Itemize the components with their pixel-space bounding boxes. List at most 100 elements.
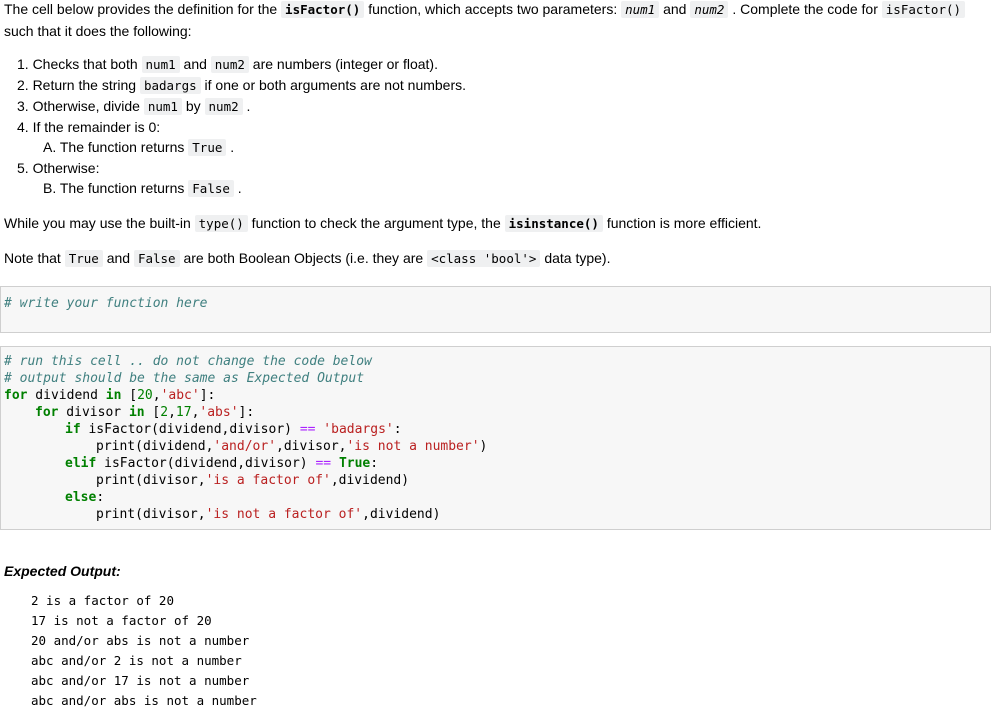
step-text: B. The function returns xyxy=(43,180,189,196)
intro-text: function, which accepts two parameters: xyxy=(364,1,622,17)
expected-output-line: abc and/or abs is not a number xyxy=(31,693,257,708)
step-1: 1. Checks that both num1 and num2 are nu… xyxy=(17,56,438,73)
code-text: ]: xyxy=(238,405,255,420)
code-num1: num1 xyxy=(621,1,660,18)
operator: == xyxy=(315,456,332,471)
number: 20 xyxy=(137,388,153,403)
note-text: are both Boolean Objects (i.e. they are xyxy=(179,250,428,266)
step-text: 1. Checks that both xyxy=(17,56,142,72)
code-line-print-factor: print(divisor,'is a factor of',dividend) xyxy=(96,472,409,489)
intro-text: The cell below provides the definition f… xyxy=(4,1,282,17)
code-type: type() xyxy=(194,215,248,232)
intro-line-2: such that it does the following: xyxy=(4,23,192,39)
step-text: and xyxy=(179,56,211,72)
code-line-else: else: xyxy=(65,489,104,506)
note-boolean: Note that True and False are both Boolea… xyxy=(4,250,611,267)
number: 2 xyxy=(160,405,169,420)
code-num1: num1 xyxy=(141,56,180,73)
step-5: 5. Otherwise: xyxy=(17,160,100,176)
code-comment: # run this cell .. do not change the cod… xyxy=(4,354,372,369)
code-num2: num2 xyxy=(210,56,249,73)
code-text: divisor xyxy=(58,405,129,420)
note-text: function to check the argument type, the xyxy=(247,215,505,231)
number: 17 xyxy=(175,405,192,420)
step-text: 3. Otherwise, divide xyxy=(17,98,144,114)
code-false: False xyxy=(133,250,180,267)
code-num2: num2 xyxy=(690,1,729,18)
expected-output-line: 2 is a factor of 20 xyxy=(31,593,174,608)
code-true: True xyxy=(64,250,103,267)
keyword: for xyxy=(4,388,28,403)
expected-output-title: Expected Output: xyxy=(4,563,121,579)
note-text: data type). xyxy=(540,250,611,266)
code-num2: num2 xyxy=(204,98,243,115)
string: 'abs' xyxy=(199,405,239,420)
step-text: 2. Return the string xyxy=(17,77,140,93)
step-text: are numbers (integer or float). xyxy=(248,56,438,72)
keyword: for xyxy=(35,405,59,420)
code-isfactor: isFactor() xyxy=(881,1,966,18)
code-text: ) xyxy=(479,439,488,454)
code-line-elif: elif isFactor(dividend,divisor) == True: xyxy=(65,455,378,472)
expected-output-line: 20 and/or abs is not a number xyxy=(31,633,250,648)
keyword: in xyxy=(128,405,145,420)
code-line-print-not-factor: print(divisor,'is not a factor of',divid… xyxy=(96,506,440,523)
code-text: ,divisor, xyxy=(276,439,347,454)
code-text: print(divisor, xyxy=(96,473,206,488)
keyword: True xyxy=(338,456,371,471)
operator: == xyxy=(299,422,316,437)
note-text: function is more efficient. xyxy=(602,215,762,231)
code-text: isFactor(dividend,divisor) xyxy=(96,456,316,471)
intro-text: and xyxy=(659,1,691,17)
code-line-print-badargs: print(dividend,'and/or',divisor,'is not … xyxy=(96,438,487,455)
string: 'is not a factor of' xyxy=(205,507,363,522)
code-text: print(divisor, xyxy=(96,507,206,522)
intro-line-1: The cell below provides the definition f… xyxy=(4,1,966,18)
expected-output-line: abc and/or 17 is not a number xyxy=(31,673,250,688)
code-line-if: if isFactor(dividend,divisor) == 'badarg… xyxy=(65,421,402,438)
expected-output-line: 17 is not a factor of 20 xyxy=(31,613,212,628)
code-text: , xyxy=(152,388,161,403)
string: 'abc' xyxy=(160,388,200,403)
code-text: ]: xyxy=(199,388,216,403)
string: 'and/or' xyxy=(213,439,277,454)
step-text: . xyxy=(233,180,242,196)
code-line-for-divisor: for divisor in [2,17,'abs']: xyxy=(35,404,254,421)
string: 'is a factor of' xyxy=(205,473,331,488)
note-text: Note that xyxy=(4,250,65,266)
note-text: and xyxy=(102,250,134,266)
code-text: : xyxy=(96,490,105,505)
code-text: [ xyxy=(144,405,161,420)
code-line-for-dividend: for dividend in [20,'abc']: xyxy=(4,387,215,404)
code-text: dividend xyxy=(27,388,106,403)
step-text: if one or both arguments are not numbers… xyxy=(200,77,467,93)
code-text: isFactor(dividend,divisor) xyxy=(80,422,300,437)
code-num1: num1 xyxy=(143,98,182,115)
note-isinstance: While you may use the built-in type() fu… xyxy=(4,215,762,232)
step-text: A. The function returns xyxy=(43,139,189,155)
code-cell-function[interactable]: # write your function here xyxy=(0,286,991,333)
comment-write-function: # write your function here xyxy=(4,296,208,311)
step-5b: B. The function returns False . xyxy=(43,180,242,197)
step-4: 4. If the remainder is 0: xyxy=(17,119,161,135)
code-text: [ xyxy=(121,388,138,403)
code-class-bool: <class 'bool'> xyxy=(427,250,541,267)
note-text: While you may use the built-in xyxy=(4,215,195,231)
code-text: : xyxy=(370,456,379,471)
code-text: print(dividend, xyxy=(96,439,214,454)
code-false: False xyxy=(188,180,234,197)
step-text: . xyxy=(242,98,251,114)
step-text: by xyxy=(181,98,205,114)
code-cell-test[interactable]: # run this cell .. do not change the cod… xyxy=(0,346,991,530)
code-text: ,dividend) xyxy=(362,507,441,522)
intro-text: . Complete the code for xyxy=(728,1,882,17)
step-text: . xyxy=(226,139,235,155)
string: 'is not a number' xyxy=(346,439,480,454)
code-isfactor: isFactor() xyxy=(281,1,365,18)
step-2: 2. Return the string badargs if one or b… xyxy=(17,77,467,94)
keyword: if xyxy=(65,422,81,437)
keyword: in xyxy=(105,388,122,403)
code-text: , xyxy=(168,405,176,420)
string: 'badargs' xyxy=(323,422,394,437)
